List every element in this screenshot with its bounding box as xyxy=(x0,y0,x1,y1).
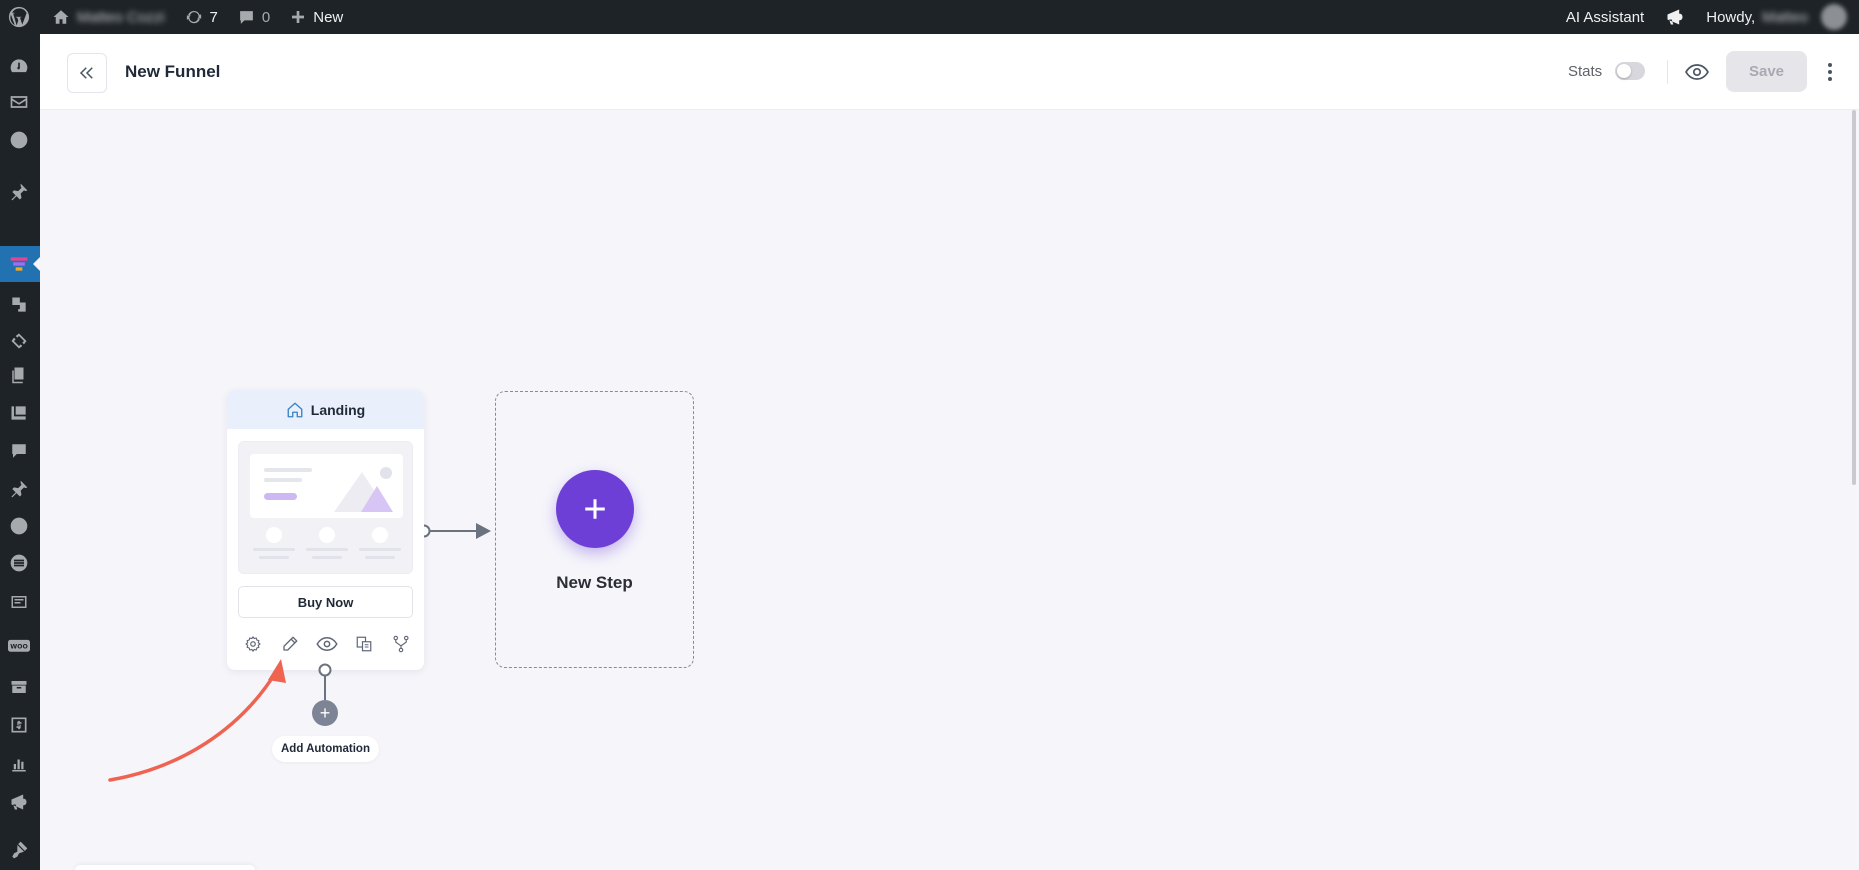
notifications-button[interactable] xyxy=(1654,0,1696,34)
more-options-icon[interactable] xyxy=(1822,60,1838,84)
plus-icon xyxy=(292,11,305,23)
new-content-link[interactable]: New xyxy=(280,0,353,34)
new-label: New xyxy=(313,8,344,26)
add-step-plus-icon[interactable] xyxy=(556,470,634,548)
canvas-scrollbar[interactable] xyxy=(1852,110,1856,485)
my-account-link[interactable]: Howdy, Matteo xyxy=(1696,0,1859,34)
comments-link[interactable]: 0 xyxy=(228,0,280,34)
step-connector xyxy=(417,523,491,539)
user-name: Matteo xyxy=(1762,8,1808,26)
split-test-icon[interactable] xyxy=(390,633,412,655)
new-step-dropzone[interactable]: New Step xyxy=(495,391,694,668)
avatar xyxy=(1821,4,1847,30)
howdy-text: Howdy, xyxy=(1706,8,1756,26)
site-name: Matteo Cozzi xyxy=(77,8,165,26)
flash-circle-icon[interactable] xyxy=(8,515,30,537)
automation-connector xyxy=(318,663,332,700)
sidebar-item-funnels[interactable] xyxy=(0,246,40,282)
updates-icon xyxy=(186,10,201,24)
funnel-header: New Funnel Stats Save xyxy=(40,34,1859,110)
new-step-label: New Step xyxy=(556,573,633,592)
woocommerce-icon[interactable]: WOO xyxy=(8,636,30,658)
save-button[interactable]: Save xyxy=(1726,51,1807,92)
media-icon[interactable] xyxy=(8,402,30,424)
page-thumbnail[interactable] xyxy=(238,441,413,574)
payments-icon[interactable] xyxy=(8,714,30,736)
site-home-link[interactable]: Matteo Cozzi xyxy=(42,0,175,34)
double-chevron-left-icon xyxy=(79,67,93,79)
updates-count: 7 xyxy=(209,8,218,26)
step-title: Landing xyxy=(310,401,366,418)
comments-count: 0 xyxy=(261,8,271,26)
archive-icon[interactable] xyxy=(8,676,30,698)
pages-icon[interactable] xyxy=(8,364,30,386)
bolt-circle-icon[interactable] xyxy=(8,129,30,151)
wordpress-logo-icon[interactable] xyxy=(0,0,42,34)
bottom-panel-edge xyxy=(75,865,255,870)
updates-link[interactable]: 7 xyxy=(175,0,228,34)
eye-icon xyxy=(1685,64,1709,80)
link-chain-icon[interactable] xyxy=(8,330,30,352)
page-title: New Funnel xyxy=(125,62,221,81)
ai-assistant-link[interactable]: AI Assistant xyxy=(1556,0,1654,34)
ai-assistant-label: AI Assistant xyxy=(1565,8,1645,26)
comment-icon xyxy=(240,10,253,24)
analytics-icon[interactable] xyxy=(8,753,30,775)
pin-icon[interactable] xyxy=(8,181,30,203)
step-card-header: Landing xyxy=(227,390,424,429)
dashboard-icon[interactable] xyxy=(8,55,30,77)
preview-icon[interactable] xyxy=(315,633,339,655)
marketing-icon[interactable] xyxy=(8,791,30,813)
admin-bar: Matteo Cozzi 7 0 New AI Assistant Howdy,… xyxy=(0,0,1859,34)
add-automation-plus-icon[interactable]: + xyxy=(312,700,338,726)
preview-button[interactable] xyxy=(1684,60,1710,84)
admin-sidebar: WOO xyxy=(0,34,40,870)
step-card-landing[interactable]: Landing Buy Now xyxy=(227,390,424,670)
funnel-icon xyxy=(8,253,30,275)
header-divider xyxy=(1667,60,1668,84)
pin-icon[interactable] xyxy=(8,478,30,500)
back-button[interactable] xyxy=(67,53,107,93)
layers-circle-icon[interactable] xyxy=(8,552,30,574)
stats-toggle[interactable] xyxy=(1615,62,1645,80)
duplicate-icon[interactable] xyxy=(353,633,375,655)
page-template-illustration xyxy=(250,454,403,559)
cta-button[interactable]: Buy Now xyxy=(238,586,413,618)
appearance-icon[interactable] xyxy=(8,839,30,861)
annotation-arrow xyxy=(108,659,286,782)
mail-icon[interactable] xyxy=(8,91,30,113)
comments-icon[interactable] xyxy=(8,440,30,462)
svg-text:WOO: WOO xyxy=(10,644,28,651)
users-icon[interactable] xyxy=(8,294,30,316)
home-icon xyxy=(287,402,303,417)
forms-icon[interactable] xyxy=(8,591,30,613)
megaphone-icon xyxy=(1667,9,1683,25)
stats-label: Stats xyxy=(1568,63,1603,80)
home-icon xyxy=(53,10,69,24)
